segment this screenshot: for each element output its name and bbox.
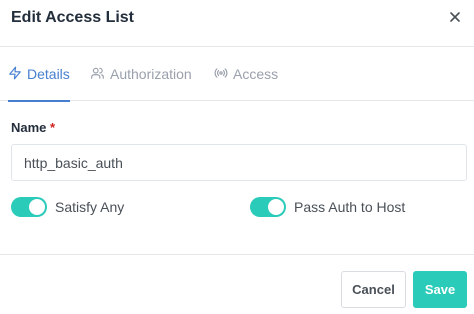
lightning-icon: [8, 66, 27, 83]
cancel-button[interactable]: Cancel: [341, 271, 406, 308]
edit-access-list-modal: Edit Access List Details Authorization A…: [0, 0, 474, 314]
close-icon[interactable]: [448, 10, 462, 24]
satisfy-any-label: Satisfy Any: [55, 199, 125, 215]
name-label-text: Name: [11, 120, 47, 135]
pass-auth-toggle[interactable]: Pass Auth to Host: [250, 197, 405, 217]
broadcast-icon: [214, 66, 233, 83]
satisfy-any-switch[interactable]: [11, 197, 47, 217]
modal-header: Edit Access List: [0, 0, 474, 47]
tab-bar: Details Authorization Access: [0, 47, 474, 102]
name-field-label: Name *: [11, 120, 55, 135]
tab-authorization-label: Authorization: [110, 66, 192, 82]
tab-access-label: Access: [233, 66, 279, 82]
name-input[interactable]: [11, 144, 467, 181]
users-icon: [90, 66, 110, 83]
required-marker: *: [50, 120, 56, 135]
tab-details-label: Details: [27, 66, 70, 82]
pass-auth-switch[interactable]: [250, 197, 286, 217]
switch-knob: [268, 199, 284, 215]
tab-details[interactable]: Details: [8, 47, 70, 102]
save-button[interactable]: Save: [413, 271, 467, 308]
switch-knob: [29, 199, 45, 215]
tab-access[interactable]: Access: [214, 47, 278, 101]
modal-title: Edit Access List: [11, 9, 135, 26]
tab-authorization[interactable]: Authorization: [90, 47, 192, 101]
pass-auth-label: Pass Auth to Host: [294, 199, 406, 215]
satisfy-any-toggle[interactable]: Satisfy Any: [11, 197, 124, 217]
modal-footer: Cancel Save: [0, 254, 474, 314]
